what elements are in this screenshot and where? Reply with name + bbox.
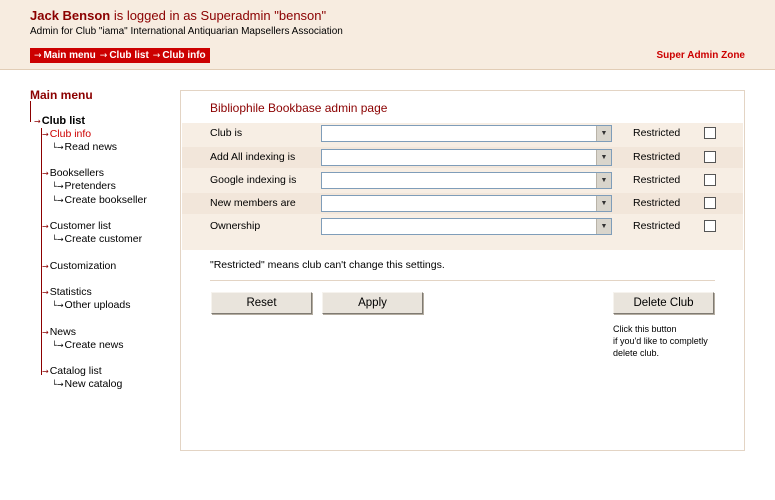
settings-row-ownership: Ownership ▼ Restricted <box>182 216 743 237</box>
corner-arrow-icon: └→ <box>52 301 64 310</box>
super-admin-zone-label: Super Admin Zone <box>656 50 745 61</box>
arrow-right-icon: → <box>34 50 42 61</box>
sidebar-item-customization[interactable]: →Customization <box>42 260 116 272</box>
sidebar-subitem-other-uploads[interactable]: └→Other uploads <box>52 299 131 311</box>
reset-button[interactable]: Reset <box>211 292 312 314</box>
settings-row-new-members: New members are ▼ Restricted <box>182 193 743 214</box>
admin-panel: Bibliophile Bookbase admin page Club is … <box>180 90 745 451</box>
tree-line <box>30 101 31 122</box>
restricted-checkbox[interactable] <box>704 127 716 139</box>
corner-arrow-icon: └→ <box>52 196 64 205</box>
settings-row-google-indexing: Google indexing is ▼ Restricted <box>182 170 743 191</box>
breadcrumb-club-info[interactable]: → Club info <box>153 50 206 61</box>
row-label: Ownership <box>210 220 261 232</box>
sidebar-item-club-info[interactable]: →Club info <box>42 128 91 140</box>
settings-row-add-all-indexing: Add All indexing is ▼ Restricted <box>182 147 743 168</box>
corner-arrow-icon: └→ <box>52 143 64 152</box>
corner-arrow-icon: └→ <box>52 182 64 191</box>
sidebar-item-customer-list[interactable]: →Customer list <box>42 220 111 232</box>
restricted-checkbox[interactable] <box>704 174 716 186</box>
corner-arrow-icon: └→ <box>52 341 64 350</box>
sidebar-subitem-read-news[interactable]: └→Read news <box>52 141 117 153</box>
restricted-label: Restricted <box>633 127 681 139</box>
arrow-right-icon: → <box>42 169 49 178</box>
settings-row-club-is: Club is ▼ Restricted <box>182 123 743 144</box>
header-bar: Jack Benson is logged in as Superadmin "… <box>0 0 775 70</box>
restricted-label: Restricted <box>633 174 681 186</box>
sidebar-main-menu[interactable]: Main menu <box>30 88 93 102</box>
arrow-right-icon: → <box>42 288 49 297</box>
dropdown-arrow-icon[interactable]: ▼ <box>596 150 611 165</box>
row-label: Club is <box>210 127 243 139</box>
row-label: Add All indexing is <box>210 151 296 163</box>
restricted-checkbox[interactable] <box>704 151 716 163</box>
arrow-right-icon: → <box>42 262 49 271</box>
restricted-label: Restricted <box>633 151 681 163</box>
restricted-checkbox[interactable] <box>704 220 716 232</box>
add-all-indexing-select[interactable]: ▼ <box>321 149 612 166</box>
restricted-label: Restricted <box>633 220 681 232</box>
sidebar-item-booksellers[interactable]: →Booksellers <box>42 167 104 179</box>
sidebar-subitem-new-catalog[interactable]: └→New catalog <box>52 378 122 390</box>
breadcrumb-main-menu[interactable]: → Main menu <box>34 50 96 61</box>
dropdown-arrow-icon[interactable]: ▼ <box>596 173 611 188</box>
restricted-note: "Restricted" means club can't change thi… <box>210 259 445 271</box>
breadcrumb: → Main menu → Club list → Club info <box>30 48 210 63</box>
arrow-right-icon: → <box>99 50 108 61</box>
sidebar-item-catalog-list[interactable]: →Catalog list <box>42 365 102 377</box>
sidebar-subitem-create-bookseller[interactable]: └→Create bookseller <box>52 194 147 206</box>
dropdown-arrow-icon[interactable]: ▼ <box>596 126 611 141</box>
restricted-label: Restricted <box>633 197 681 209</box>
login-status-text: is logged in as Superadmin "benson" <box>110 8 327 23</box>
sidebar-item-news[interactable]: →News <box>42 326 76 338</box>
sidebar-subitem-pretenders[interactable]: └→Pretenders <box>52 180 116 192</box>
arrow-right-icon: → <box>42 130 49 139</box>
arrow-right-icon: → <box>42 367 49 376</box>
sidebar-item-statistics[interactable]: →Statistics <box>42 286 92 298</box>
delete-club-button[interactable]: Delete Club <box>613 292 714 314</box>
sidebar-subitem-create-customer[interactable]: └→Create customer <box>52 233 142 245</box>
google-indexing-select[interactable]: ▼ <box>321 172 612 189</box>
apply-button[interactable]: Apply <box>322 292 423 314</box>
arrow-right-icon: → <box>42 328 49 337</box>
restricted-checkbox[interactable] <box>704 197 716 209</box>
arrow-right-icon: → <box>34 117 41 126</box>
row-label: Google indexing is <box>210 174 297 186</box>
sidebar-club-list[interactable]: →Club list <box>34 115 85 127</box>
club-is-select[interactable]: ▼ <box>321 125 612 142</box>
corner-arrow-icon: └→ <box>52 235 64 244</box>
user-name: Jack Benson <box>30 8 111 23</box>
new-members-select[interactable]: ▼ <box>321 195 612 212</box>
arrow-right-icon: → <box>42 222 49 231</box>
settings-table: Club is ▼ Restricted Add All indexing is… <box>182 123 743 250</box>
breadcrumb-club-list[interactable]: → Club list <box>100 50 149 61</box>
sidebar-subitem-create-news[interactable]: └→Create news <box>52 339 123 351</box>
club-subtitle: Admin for Club "iama" International Anti… <box>30 26 343 37</box>
corner-arrow-icon: └→ <box>52 380 64 389</box>
row-label: New members are <box>210 197 296 209</box>
dropdown-arrow-icon[interactable]: ▼ <box>596 196 611 211</box>
login-status: Jack Benson is logged in as Superadmin "… <box>30 8 326 23</box>
arrow-right-icon: → <box>152 50 161 61</box>
delete-club-note: Click this button if you'd like to compl… <box>613 324 708 358</box>
ownership-select[interactable]: ▼ <box>321 218 612 235</box>
divider <box>210 280 715 281</box>
page-title: Bibliophile Bookbase admin page <box>210 101 388 115</box>
dropdown-arrow-icon[interactable]: ▼ <box>596 219 611 234</box>
